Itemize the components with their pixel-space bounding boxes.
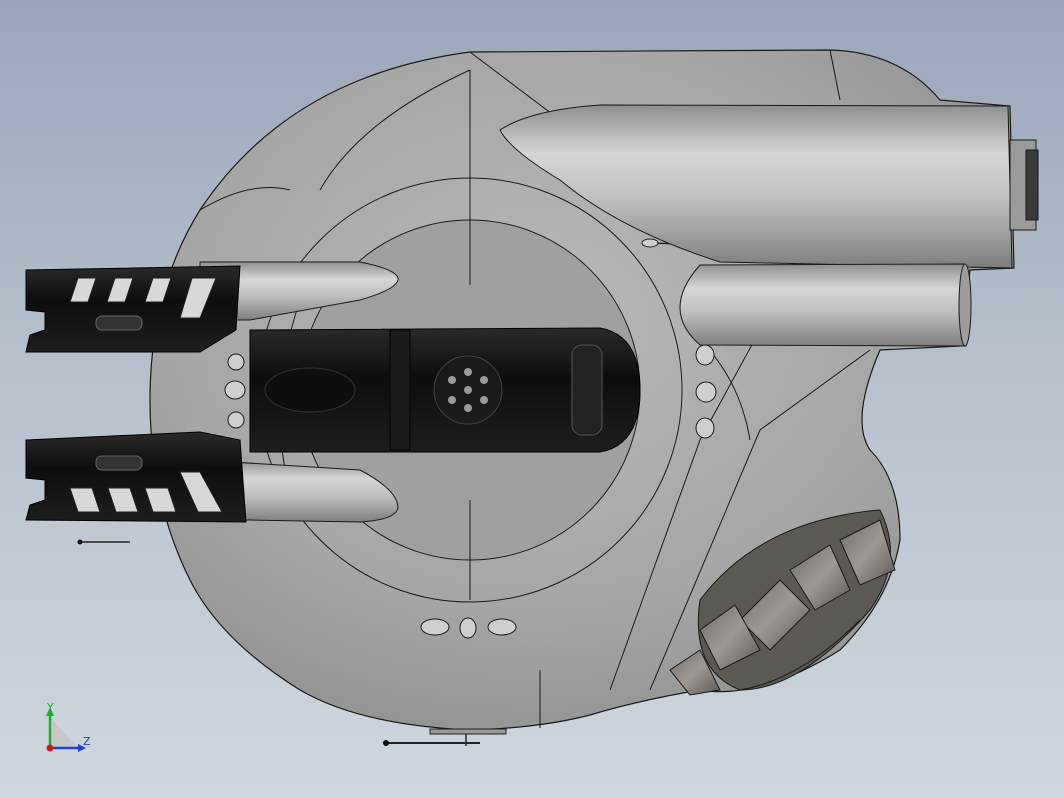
triad-y-label: Y <box>46 701 54 714</box>
bottom-antenna <box>383 728 507 746</box>
triad-z-label: Z <box>83 735 91 748</box>
central-gun-mount[interactable] <box>249 327 641 453</box>
lower-barrel[interactable] <box>679 263 972 347</box>
reference-triad: Y Z <box>46 701 91 752</box>
3d-model-view[interactable]: Y Z <box>0 0 1064 798</box>
graphics-viewport[interactable]: Y Z <box>0 0 1064 798</box>
triad-x-axis <box>46 744 54 752</box>
